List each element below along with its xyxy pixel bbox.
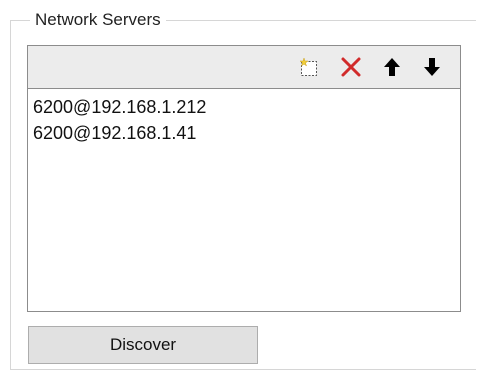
group-title: Network Servers bbox=[30, 9, 166, 31]
move-up-button[interactable] bbox=[380, 55, 404, 79]
new-item-icon bbox=[299, 57, 317, 76]
arrow-up-icon bbox=[384, 58, 400, 76]
list-item[interactable]: 6200@192.168.1.41 bbox=[33, 120, 206, 146]
list-toolbar bbox=[28, 46, 460, 89]
servers-list-panel: 6200@192.168.1.212 6200@192.168.1.41 bbox=[27, 45, 461, 312]
arrow-down-icon bbox=[424, 58, 440, 76]
new-server-button[interactable] bbox=[297, 55, 321, 79]
delete-server-button[interactable] bbox=[339, 55, 363, 79]
server-list[interactable]: 6200@192.168.1.212 6200@192.168.1.41 bbox=[33, 94, 206, 146]
discover-button[interactable]: Discover bbox=[28, 326, 258, 364]
delete-icon bbox=[341, 57, 361, 77]
move-down-button[interactable] bbox=[420, 55, 444, 79]
list-item[interactable]: 6200@192.168.1.212 bbox=[33, 94, 206, 120]
